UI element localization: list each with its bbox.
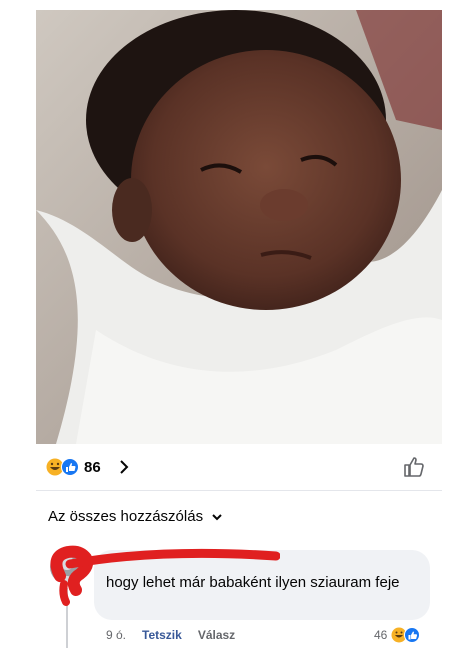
- comment-time: 9 ó.: [106, 628, 127, 642]
- comment-reply-button[interactable]: Válasz: [198, 628, 235, 642]
- comment-reaction-count: 46: [374, 628, 388, 642]
- chevron-down-icon: [212, 513, 222, 520]
- haha-like-reaction-icons[interactable]: [46, 458, 80, 476]
- all-comments-label: Az összes hozzászólás: [48, 508, 204, 525]
- comment-reactions[interactable]: 46: [374, 627, 421, 643]
- baby-photo-image: [36, 10, 442, 444]
- thumbs-up-icon[interactable]: [402, 455, 426, 479]
- all-comments-filter[interactable]: Az összes hozzászólás: [48, 508, 223, 525]
- comment-actions: 9 ó. Tetszik Válasz: [106, 628, 235, 642]
- red-scribble-redaction: [50, 545, 280, 606]
- chevron-right-icon[interactable]: [118, 458, 130, 476]
- haha-like-reaction-icons: [391, 627, 421, 643]
- comment-like-button[interactable]: Tetszik: [142, 628, 182, 642]
- post-reaction-bar: 86: [36, 444, 442, 491]
- reaction-count[interactable]: 86: [84, 459, 101, 476]
- post-photo[interactable]: [36, 10, 442, 444]
